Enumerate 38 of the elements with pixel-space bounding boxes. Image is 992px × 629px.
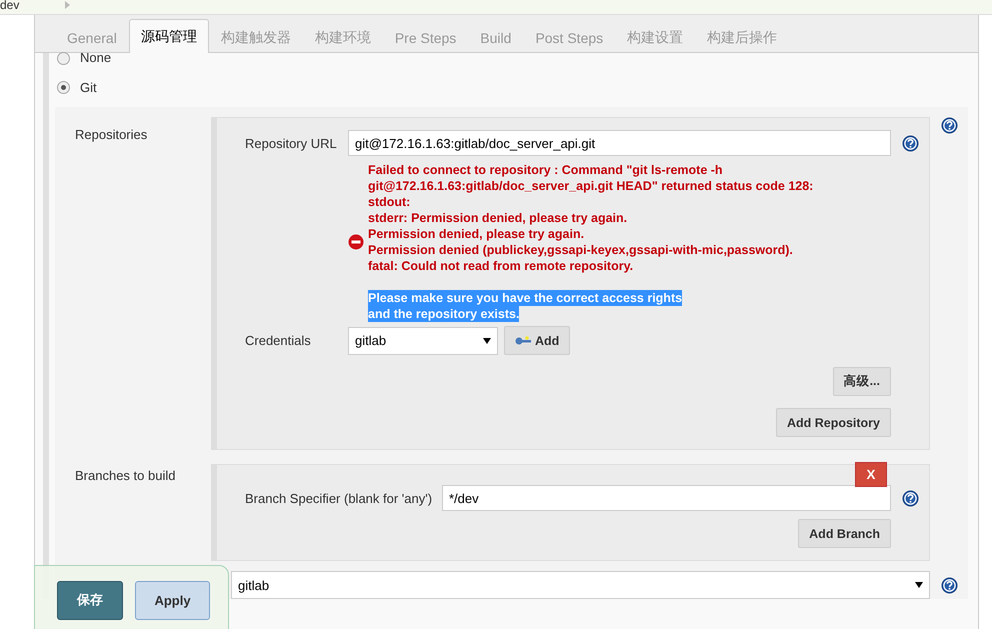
help-icon[interactable] bbox=[940, 117, 958, 134]
section-label: Repositories bbox=[74, 127, 148, 142]
branch-specifier-field[interactable]: */dev bbox=[442, 485, 891, 511]
key-icon bbox=[515, 336, 531, 346]
section-label: Branches to build bbox=[74, 468, 176, 483]
add-branch-button[interactable]: Add Branch bbox=[798, 519, 891, 548]
radio-label: None bbox=[80, 51, 112, 65]
error-message-line: stderr: Permission denied, please try again. bbox=[368, 210, 628, 226]
breadcrumb-item[interactable]: dev bbox=[0, 0, 20, 12]
help-icon[interactable] bbox=[902, 490, 918, 506]
error-message-line: Failed to connect to repository : Command "git ls-remote -h bbox=[368, 162, 724, 178]
field-label: Branch Specifier (blank for 'any') bbox=[245, 490, 434, 506]
repository-browser-dropdown[interactable]: gitlab bbox=[231, 571, 930, 599]
error-icon bbox=[348, 234, 364, 250]
error-message-line: Permission denied, please try again. bbox=[368, 226, 586, 242]
add-repository-button[interactable]: Add Repository bbox=[776, 408, 891, 437]
radio-label: Git bbox=[80, 80, 97, 94]
error-message-line: Permission denied (publickey,gssapi-keyex,gssapi-with-mic,password). bbox=[368, 242, 794, 258]
advanced-button[interactable]: 高级... bbox=[832, 367, 891, 396]
dropdown-caret-icon bbox=[483, 338, 491, 344]
error-message-line: stdout: bbox=[368, 194, 412, 210]
field-label: Credentials bbox=[245, 333, 312, 348]
tab[interactable]: 源码管理 bbox=[128, 19, 209, 53]
radio-button[interactable] bbox=[57, 52, 70, 65]
credentials-dropdown[interactable]: gitlab bbox=[348, 326, 498, 354]
repository-url-field[interactable]: git@172.16.1.63:gitlab/doc_server_api.git bbox=[348, 130, 891, 156]
delete-button[interactable]: X bbox=[855, 462, 887, 487]
error-message-line: git@172.16.1.63:gitlab/doc_server_api.git HEAD" returned status code 128: bbox=[368, 178, 814, 194]
field-label: Repository URL bbox=[245, 136, 338, 150]
dropdown-caret-icon bbox=[915, 582, 923, 588]
apply-button[interactable]: Apply bbox=[135, 580, 210, 620]
add-credentials-button[interactable]: Add bbox=[504, 326, 570, 355]
error-message-line: fatal: Could not read from remote repository. bbox=[368, 258, 634, 274]
breadcrumb-arrow-icon bbox=[65, 1, 70, 9]
help-icon[interactable] bbox=[940, 576, 958, 594]
help-icon[interactable] bbox=[902, 134, 918, 152]
radio-button[interactable] bbox=[57, 80, 70, 94]
save-button[interactable]: 保存 bbox=[57, 580, 123, 620]
